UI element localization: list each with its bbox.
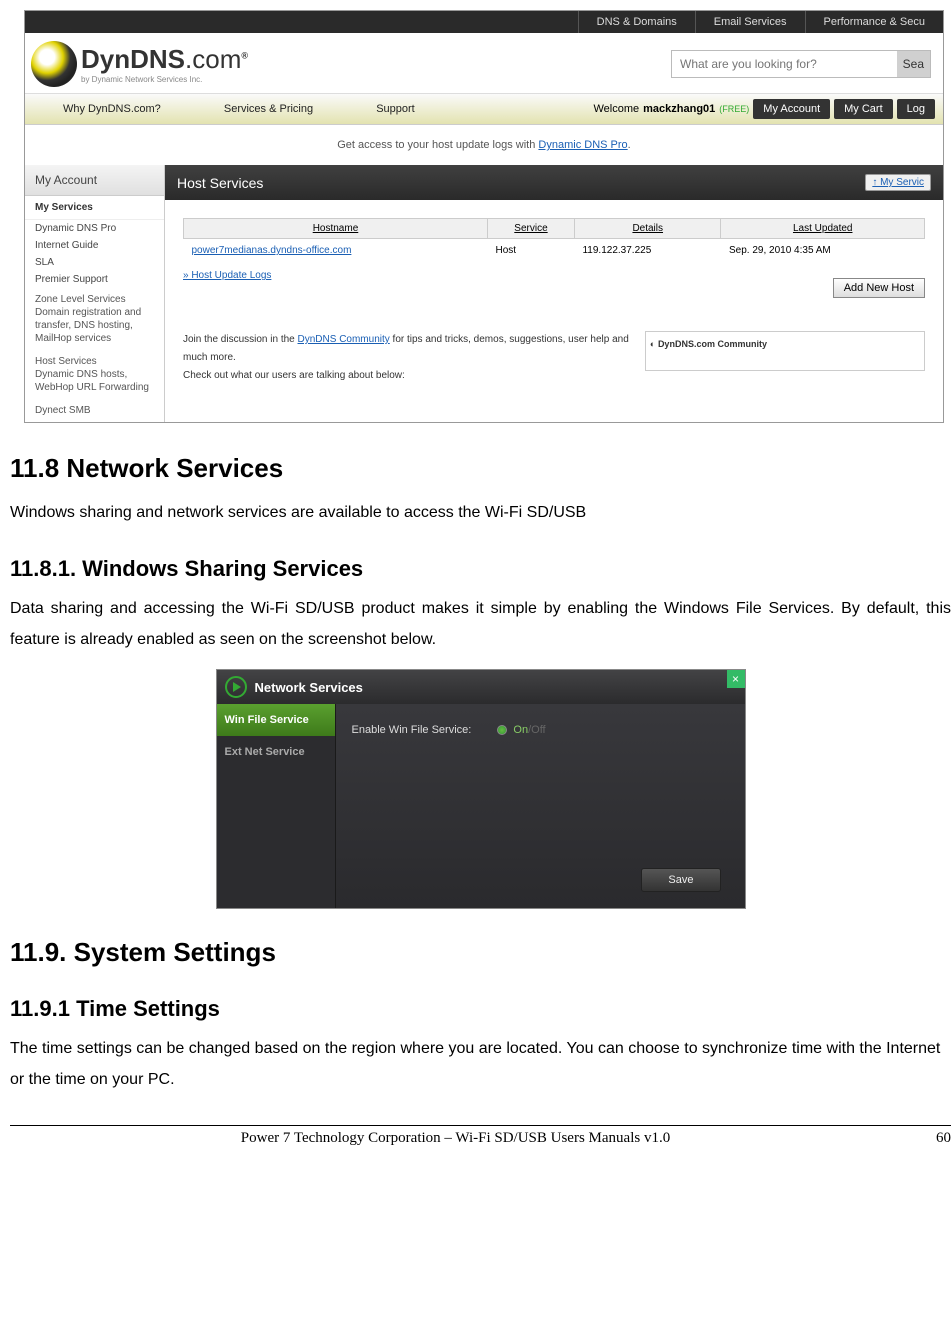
ns-titlebar: Network Services [217, 670, 745, 704]
community-link[interactable]: DynDNS Community [298, 334, 390, 345]
cell-details: 119.122.37.225 [574, 239, 721, 263]
sidebar-group[interactable]: Host Services Dynamic DNS hosts, WebHop … [25, 350, 164, 399]
ns-side-ext-net[interactable]: Ext Net Service [217, 736, 335, 768]
add-host-button[interactable]: Add New Host [833, 278, 925, 298]
ns-side-win-file[interactable]: Win File Service [217, 704, 335, 736]
cell-updated: Sep. 29, 2010 4:35 AM [721, 239, 925, 263]
promo-text: Get access to your host update logs with [337, 139, 538, 151]
sidebar: My Account My Services Dynamic DNS Pro I… [25, 165, 165, 422]
topbar: DNS & Domains Email Services Performance… [25, 11, 943, 33]
ns-field-label: Enable Win File Service: [352, 724, 472, 736]
main-title: Host Services [177, 175, 263, 191]
topbar-item[interactable]: Email Services [695, 11, 805, 33]
logo-tld: .com [185, 44, 241, 74]
sidebar-sub[interactable]: My Services [25, 196, 164, 220]
ns-sidebar: Win File Service Ext Net Service [217, 704, 335, 908]
main-nav: Why DynDNS.com? Services & Pricing Suppo… [25, 93, 943, 125]
my-account-button[interactable]: My Account [753, 99, 830, 119]
network-services-screenshot: × Network Services Win File Service Ext … [216, 669, 746, 909]
host-table: Hostname Service Details Last Updated po… [183, 218, 925, 262]
page-footer: Power 7 Technology Corporation – Wi-Fi S… [10, 1125, 951, 1147]
save-button[interactable]: Save [641, 868, 720, 892]
discussion-text: Check out what our users are talking abo… [183, 370, 405, 381]
discussion-text: Join the discussion in the [183, 334, 298, 345]
free-tag: (FREE) [719, 104, 749, 114]
header: DynDNS.com® by Dynamic Network Services … [25, 33, 943, 93]
radio-off-label[interactable]: Off [531, 724, 545, 736]
th-updated[interactable]: Last Updated [721, 219, 925, 239]
nav-link[interactable]: Why DynDNS.com? [33, 103, 191, 115]
page-number: 60 [901, 1130, 951, 1147]
sidebar-group-text: Domain registration and transfer, DNS ho… [35, 306, 154, 345]
sidebar-item[interactable]: Dynamic DNS Pro [25, 220, 164, 237]
para-11-8-1: Data sharing and accessing the Wi-Fi SD/… [10, 594, 951, 655]
sidebar-group-title: Host Services [35, 355, 154, 368]
sidebar-group[interactable]: Dynect SMB [25, 399, 164, 422]
heading-11-9-1: 11.9.1 Time Settings [10, 996, 951, 1022]
search-input[interactable] [672, 51, 897, 77]
close-icon[interactable]: × [727, 670, 745, 688]
ns-title: Network Services [255, 680, 363, 695]
para-11-9-1: The time settings can be changed based o… [10, 1034, 951, 1095]
search-box: Sea [671, 50, 931, 78]
heading-11-9: 11.9. System Settings [10, 937, 951, 968]
my-services-link[interactable]: ↑ My Servic [865, 174, 931, 191]
logo-name: DynDNS [81, 44, 185, 74]
sidebar-head: My Account [25, 165, 164, 196]
footer-text: Power 7 Technology Corporation – Wi-Fi S… [10, 1130, 901, 1147]
nav-link[interactable]: Support [346, 103, 445, 115]
th-details[interactable]: Details [574, 219, 721, 239]
my-cart-button[interactable]: My Cart [834, 99, 893, 119]
sidebar-item[interactable]: Premier Support [25, 271, 164, 288]
host-update-logs-link[interactable]: » Host Update Logs [183, 270, 271, 281]
community-box[interactable]: ◐ DynDNS.com Community [645, 331, 925, 371]
topbar-item[interactable]: DNS & Domains [578, 11, 695, 33]
play-icon [225, 676, 247, 698]
welcome-user: mackzhang01 [643, 103, 715, 115]
sidebar-item[interactable]: Internet Guide [25, 237, 164, 254]
main-head: Host Services ↑ My Servic [165, 165, 943, 200]
topbar-item[interactable]: Performance & Secu [805, 11, 944, 33]
nav-link[interactable]: Services & Pricing [194, 103, 343, 115]
welcome-text: Welcome [593, 103, 639, 115]
sidebar-group[interactable]: Zone Level Services Domain registration … [25, 288, 164, 350]
table-row: power7medianas.dyndns-office.com Host 11… [184, 239, 925, 263]
heading-11-8: 11.8 Network Services [10, 453, 951, 484]
th-service[interactable]: Service [487, 219, 574, 239]
logo-subtitle: by Dynamic Network Services Inc. [81, 75, 248, 84]
promo-bar: Get access to your host update logs with… [25, 125, 943, 165]
hostname-link[interactable]: power7medianas.dyndns-office.com [192, 245, 352, 256]
logo-icon [31, 41, 77, 87]
sidebar-item[interactable]: SLA [25, 254, 164, 271]
logout-button[interactable]: Log [897, 99, 935, 119]
promo-link[interactable]: Dynamic DNS Pro [538, 139, 627, 151]
th-hostname[interactable]: Hostname [184, 219, 488, 239]
logo[interactable]: DynDNS.com® by Dynamic Network Services … [31, 41, 248, 87]
sidebar-group-text: Dynamic DNS hosts, WebHop URL Forwarding [35, 368, 154, 394]
discussion-block: ◐ DynDNS.com Community Join the discussi… [183, 331, 925, 385]
sidebar-group-title: Dynect SMB [35, 404, 154, 417]
dyndns-screenshot: DNS & Domains Email Services Performance… [24, 10, 944, 423]
para-11-8: Windows sharing and network services are… [10, 498, 951, 528]
heading-11-8-1: 11.8.1. Windows Sharing Services [10, 556, 951, 582]
community-label: DynDNS.com Community [658, 339, 767, 349]
main-panel: Host Services ↑ My Servic Hostname Servi… [165, 165, 943, 422]
radio-on-label[interactable]: On [513, 724, 528, 736]
sidebar-group-title: Zone Level Services [35, 293, 154, 306]
cell-service: Host [487, 239, 574, 263]
search-button[interactable]: Sea [897, 51, 930, 77]
radio-on-icon[interactable] [497, 725, 507, 735]
ns-main: Enable Win File Service: On/Off Save [335, 704, 745, 908]
